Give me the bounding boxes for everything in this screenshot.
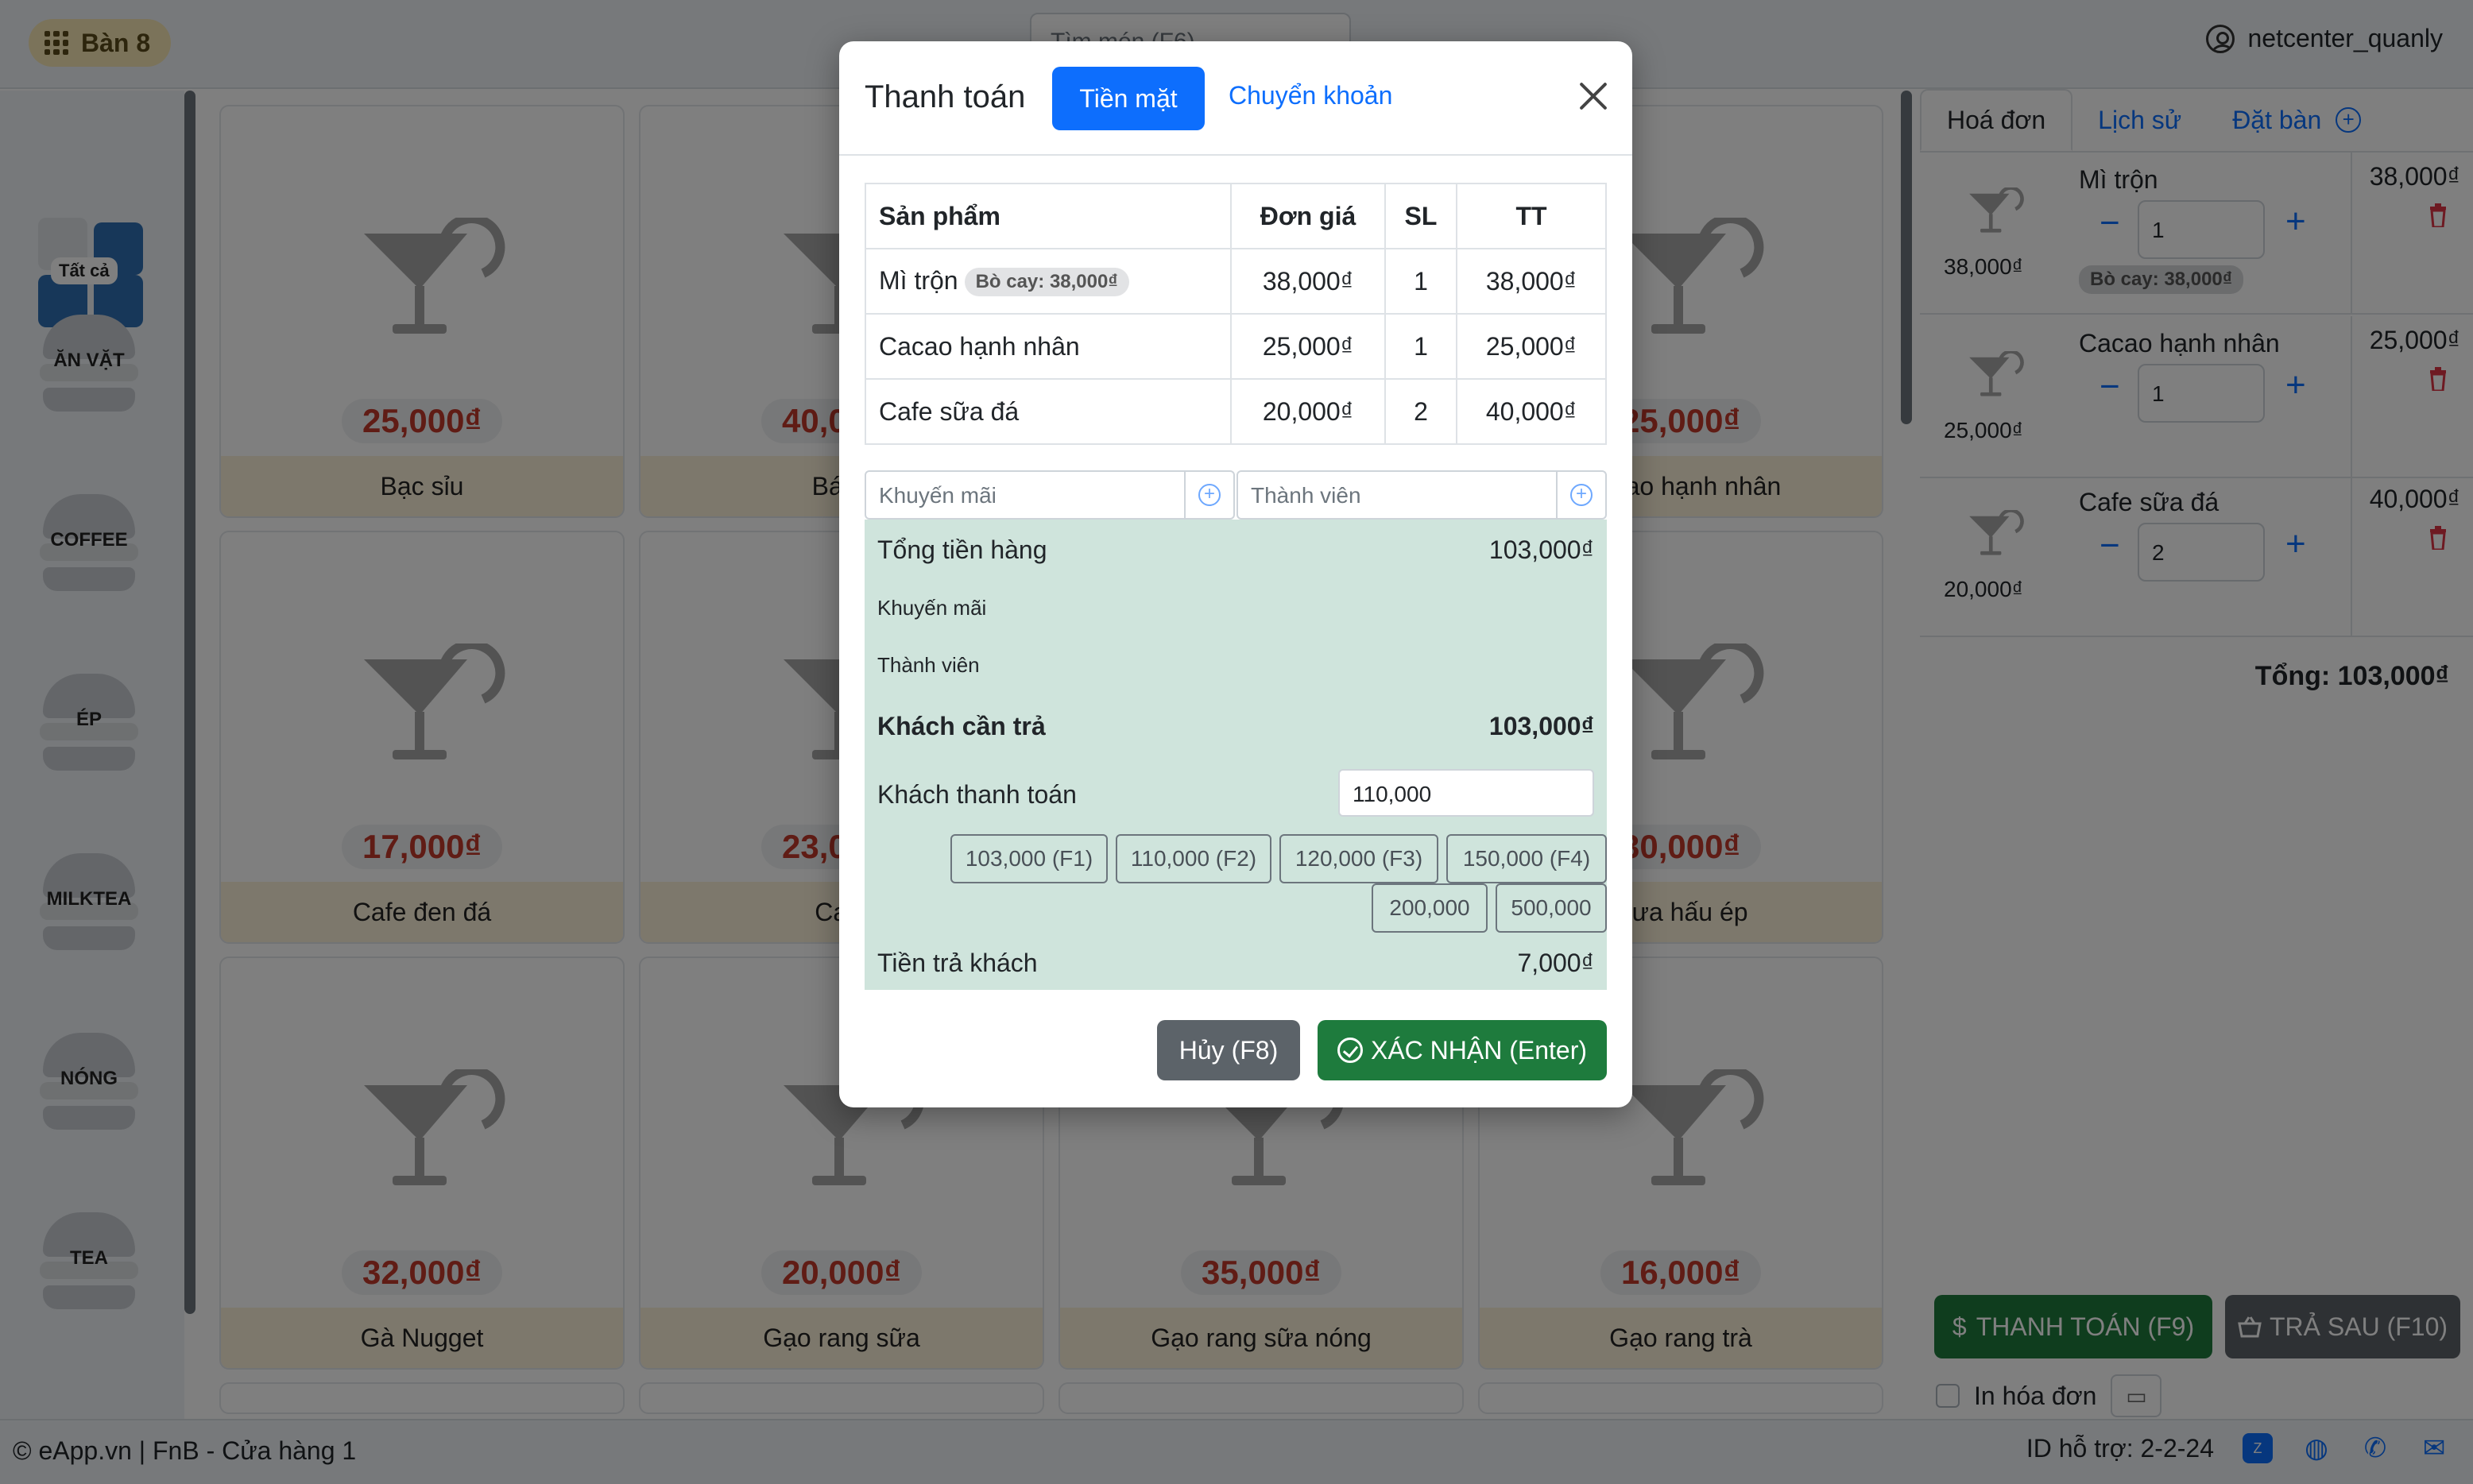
dialog-header: Thanh toán Tiền mặt Chuyển khoản xyxy=(839,41,1632,156)
promo-field[interactable]: Khuyến mãi + xyxy=(865,470,1235,520)
close-icon[interactable] xyxy=(1573,76,1613,116)
table-row: Cacao hạnh nhân 25,000₫ 1 25,000₫ xyxy=(865,313,1607,380)
unit-price-cell: 25,000₫ xyxy=(1230,313,1386,380)
quantity-cell: 1 xyxy=(1384,313,1457,380)
column-header: Sản phẩm xyxy=(865,183,1232,249)
amount-due-value: 103,000₫ xyxy=(1488,712,1594,740)
option-badge: Bò cay: 38,000₫ xyxy=(964,268,1129,297)
amount-due-label: Khách cần trả xyxy=(877,712,1046,740)
table-row: Cafe sữa đá 20,000₫ 2 40,000₫ xyxy=(865,378,1607,445)
table-row: Mì trộn Bò cay: 38,000₫ 38,000₫ 1 38,000₫ xyxy=(865,248,1607,315)
dialog-title: Thanh toán xyxy=(865,79,1026,114)
product-cell: Mì trộn Bò cay: 38,000₫ xyxy=(865,248,1232,315)
quick-amount-button[interactable]: 120,000 (F3) xyxy=(1279,834,1438,883)
column-header: TT xyxy=(1456,183,1607,249)
member-label: Thành viên xyxy=(877,653,980,677)
column-header: Đơn giá xyxy=(1230,183,1386,249)
quick-amount-button[interactable]: 200,000 xyxy=(1372,883,1488,933)
product-cell: Cafe sữa đá xyxy=(865,378,1232,445)
tab-cash[interactable]: Tiền mặt xyxy=(1052,67,1205,130)
quick-amount-button[interactable]: 500,000 xyxy=(1496,883,1607,933)
total-cell: 38,000₫ xyxy=(1456,248,1607,315)
payment-summary: Tổng tiền hàng 103,000₫ Khuyến mãi Thành… xyxy=(865,520,1607,990)
promo-label: Khuyến mãi xyxy=(877,596,987,620)
quick-amount-button[interactable]: 110,000 (F2) xyxy=(1116,834,1271,883)
plus-circle-icon: + xyxy=(1570,484,1593,506)
confirm-button[interactable]: XÁC NHẬN (Enter) xyxy=(1318,1020,1607,1080)
column-header: SL xyxy=(1384,183,1457,249)
change-label: Tiền trả khách xyxy=(877,949,1038,977)
check-circle-icon xyxy=(1337,1038,1363,1063)
promo-placeholder: Khuyến mãi xyxy=(879,483,997,508)
unit-price-cell: 20,000₫ xyxy=(1230,378,1386,445)
total-cell: 40,000₫ xyxy=(1456,378,1607,445)
payment-dialog: Thanh toán Tiền mặt Chuyển khoản Sản phẩ… xyxy=(839,41,1632,1107)
payment-items-table: Sản phẩm Đơn giá SL TT Mì trộn Bò cay: 38… xyxy=(865,183,1607,445)
tab-transfer[interactable]: Chuyển khoản xyxy=(1229,81,1392,110)
plus-circle-icon: + xyxy=(1198,484,1221,506)
quantity-cell: 2 xyxy=(1384,378,1457,445)
change-value: 7,000₫ xyxy=(1517,949,1595,977)
add-promo-button[interactable]: + xyxy=(1184,472,1233,518)
add-member-button[interactable]: + xyxy=(1556,472,1605,518)
amount-paid-label: Khách thanh toán xyxy=(877,780,1077,809)
quick-amount-button[interactable]: 103,000 (F1) xyxy=(950,834,1108,883)
product-cell: Cacao hạnh nhân xyxy=(865,313,1232,380)
quick-amount-button[interactable]: 150,000 (F4) xyxy=(1446,834,1607,883)
amount-paid-input[interactable]: 110,000 xyxy=(1338,769,1594,817)
cancel-button[interactable]: Hủy (F8) xyxy=(1157,1020,1300,1080)
subtotal-value: 103,000₫ xyxy=(1488,535,1594,564)
total-cell: 25,000₫ xyxy=(1456,313,1607,380)
unit-price-cell: 38,000₫ xyxy=(1230,248,1386,315)
member-field[interactable]: Thành viên + xyxy=(1236,470,1607,520)
member-placeholder: Thành viên xyxy=(1251,483,1361,508)
subtotal-label: Tổng tiền hàng xyxy=(877,535,1047,564)
quantity-cell: 1 xyxy=(1384,248,1457,315)
